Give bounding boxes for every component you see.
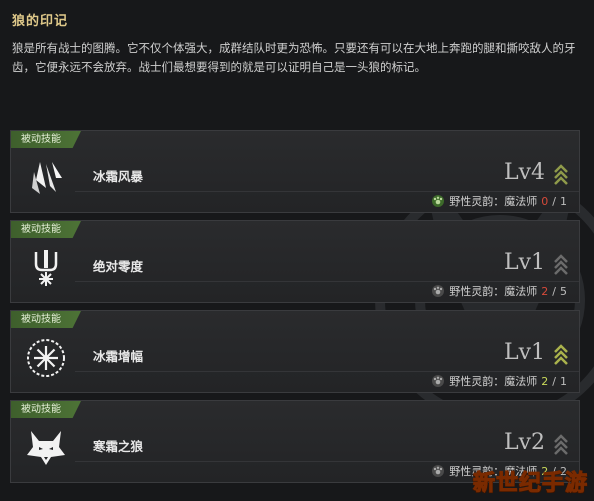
paw-emblem-icon [432,465,445,477]
skill-level: Lv2 [503,430,545,455]
skill-card[interactable]: 被动技能 绝对零度 Lv1 野性灵韵：魔法师 2/ 5 [10,220,580,303]
trait-count-current: 2 [541,284,549,298]
divider [75,281,579,282]
trait-requirement: 野性灵韵：魔法师 0/ 1 [431,193,567,209]
level-up-chevron-icon [554,164,568,185]
skill-level: Lv1 [503,340,545,365]
level-up-chevron-icon [554,434,568,455]
trait-count-separator: / [552,284,556,298]
passive-skill-tag: 被动技能 [11,221,81,238]
trait-label: 野性灵韵：魔法师 [449,285,538,298]
paw-emblem-icon [432,375,445,387]
trait-label: 野性灵韵：魔法师 [449,375,538,388]
passive-skill-tag: 被动技能 [11,131,81,148]
skill-name: 冰霜风暴 [93,169,144,184]
trait-count-separator: / [552,194,556,208]
header: 狼的印记 狼是所有战士的图腾。它不仅个体强大，成群结队时更为恐怖。只要还有可以在… [12,10,587,77]
trait-requirement: 野性灵韵：魔法师 2/ 5 [431,283,567,299]
crystal-shards-icon [23,155,69,201]
trait-count-max: 1 [560,374,567,388]
skill-card[interactable]: 被动技能 冰霜增幅 Lv1 野性灵韵：魔法师 2/ 1 [10,310,580,393]
skill-level: Lv1 [503,250,545,275]
trait-count-current: 2 [541,374,549,388]
trait-count-max: 5 [560,284,567,298]
paw-emblem-icon [432,195,445,207]
paw-emblem-icon [432,285,445,297]
trait-requirement: 野性灵韵：魔法师 2/ 1 [431,373,567,389]
skill-name: 绝对零度 [93,259,144,274]
passive-skill-tag: 被动技能 [11,401,81,418]
level-up-chevron-icon [554,254,568,275]
frost-pillar-icon [23,245,69,291]
divider [75,371,579,372]
trait-count-current: 0 [541,194,549,208]
trait-label: 野性灵韵：魔法师 [449,195,538,208]
divider [75,191,579,192]
trait-count-separator: / [552,374,556,388]
page-description: 狼是所有战士的图腾。它不仅个体强大，成群结队时更为恐怖。只要还有可以在大地上奔跑… [12,41,576,74]
wolf-head-icon [23,425,69,471]
level-up-chevron-icon [554,344,568,365]
divider [75,461,579,462]
site-watermark: 新世纪手游 [472,471,588,497]
skill-level: Lv4 [503,160,545,185]
page-title: 狼的印记 [12,14,69,29]
trait-count-max: 1 [560,194,567,208]
skill-name: 寒霜之狼 [93,439,144,454]
snowflake-ring-icon [23,335,69,381]
skill-card[interactable]: 被动技能 冰霜风暴 Lv4 野性灵韵：魔法师 0/ 1 [10,130,580,213]
passive-skill-tag: 被动技能 [11,311,81,328]
skill-name: 冰霜增幅 [93,349,144,364]
